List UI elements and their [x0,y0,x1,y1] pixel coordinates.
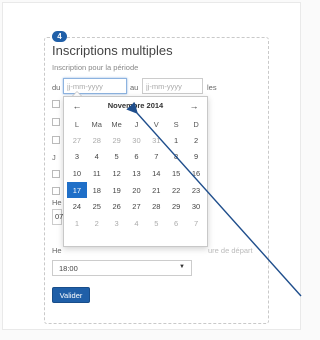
weekday-header: Ma [91,120,102,129]
to-label: au [130,83,139,92]
calendar-day[interactable]: 23 [186,182,206,199]
prev-month-arrow-icon[interactable]: ← [70,100,84,112]
step-badge: 4 [52,31,67,42]
calendar-day[interactable]: 22 [166,182,186,199]
calendar-day[interactable]: 7 [186,215,206,232]
calendar-day[interactable]: 28 [87,132,107,149]
calendar-day[interactable]: 27 [67,132,87,149]
period-subtitle: Inscription pour la période [52,63,139,72]
calendar-day-selected[interactable]: 17 [67,181,87,199]
calendar-day[interactable]: 16 [186,165,206,182]
calendar-day[interactable]: 6 [127,149,147,166]
calendar-day[interactable]: 26 [107,198,127,215]
calendar-week-row: 10 11 12 13 14 15 16 [67,165,206,182]
calendar-week-row: 3456789 [67,149,206,166]
calendar-day[interactable]: 9 [186,149,206,166]
calendar-week-row: 27 28 29 30 31 1 2 [67,132,206,149]
calendar-day[interactable]: 5 [146,215,166,232]
weekday-header: J [134,120,139,129]
datepicker-grid: L Ma Me J V S D 27 28 29 30 31 1 2 3 4 5 6 7 8 9 10 11 12 13 14 1… [67,117,206,232]
end-time-label-tail: ure de départ [208,246,253,255]
datepicker-popup: ← Novembre 2014 → L Ma Me J V S D 27 28 29 30 31 1 2… [63,96,208,247]
next-month-arrow-icon[interactable]: → [187,100,201,112]
calendar-day[interactable]: 18 [87,182,107,199]
weekday-checkbox[interactable] [52,136,60,144]
calendar-day[interactable]: 2 [186,132,206,149]
calendar-week-row: 1234567 [67,215,206,232]
calendar-day[interactable]: 30 [186,198,206,215]
calendar-day[interactable]: 8 [166,149,186,166]
calendar-day[interactable]: 27 [127,198,147,215]
weekday-header: V [153,120,159,129]
calendar-day[interactable]: 14 [146,165,166,182]
weekday-checkbox[interactable] [52,118,60,126]
calendar-week-row: 24 25 26 27 28 29 30 [67,198,206,215]
calendar-day[interactable]: 31 [146,132,166,149]
start-time-select-partial[interactable]: 07 [52,209,63,225]
calendar-day[interactable]: 19 [107,182,127,199]
calendar-day[interactable]: 4 [127,215,147,232]
calendar-day[interactable]: 24 [67,198,87,215]
weekday-checkbox[interactable] [52,100,60,108]
end-time-value: 18:00 [59,264,78,273]
calendar-day[interactable]: 2 [87,215,107,232]
calendar-day[interactable]: 12 [107,165,127,182]
weekday-checkbox[interactable] [52,170,60,178]
calendar-day[interactable]: 11 [87,165,107,182]
datepicker-header: ← Novembre 2014 → [64,97,207,115]
weekday-checkbox-partial: J [52,153,56,162]
calendar-day[interactable]: 6 [166,215,186,232]
weekday-checkbox[interactable] [52,187,60,195]
calendar-day[interactable]: 25 [87,198,107,215]
start-time-label-partial: He [52,198,62,207]
calendar-day[interactable]: 3 [67,149,87,166]
end-date-input[interactable] [142,78,203,94]
calendar-day[interactable]: 28 [146,198,166,215]
calendar-day[interactable]: 5 [107,149,127,166]
weekday-header: Me [111,120,122,129]
calendar-day[interactable]: 13 [127,165,147,182]
calendar-week-row: 17 18 19 20 21 22 23 [67,181,206,199]
datepicker-month-label[interactable]: Novembre 2014 [94,101,177,110]
calendar-day[interactable]: 4 [87,149,107,166]
end-time-select[interactable]: 18:00 ▼ [52,260,192,276]
calendar-day[interactable]: 20 [127,182,147,199]
weekday-header: D [193,120,199,129]
weekday-header: S [173,120,179,129]
calendar-day[interactable]: 15 [166,165,186,182]
weekday-header: L [74,120,79,129]
calendar-day[interactable]: 7 [146,149,166,166]
calendar-day[interactable]: 29 [166,198,186,215]
calendar-day[interactable]: 21 [146,182,166,199]
section-title: Inscriptions multiples [52,43,173,58]
calendar-day[interactable]: 30 [127,132,147,149]
calendar-day[interactable]: 1 [166,132,186,149]
calendar-day[interactable]: 1 [67,215,87,232]
weekday-label: les [207,83,217,92]
caret-down-icon: ▼ [179,264,185,270]
from-label: du [52,83,61,92]
calendar-day[interactable]: 29 [107,132,127,149]
submit-button[interactable]: Valider [52,287,90,303]
end-time-label-partial: He [52,246,62,255]
calendar-day[interactable]: 3 [107,215,127,232]
calendar-day[interactable]: 10 [67,165,87,182]
